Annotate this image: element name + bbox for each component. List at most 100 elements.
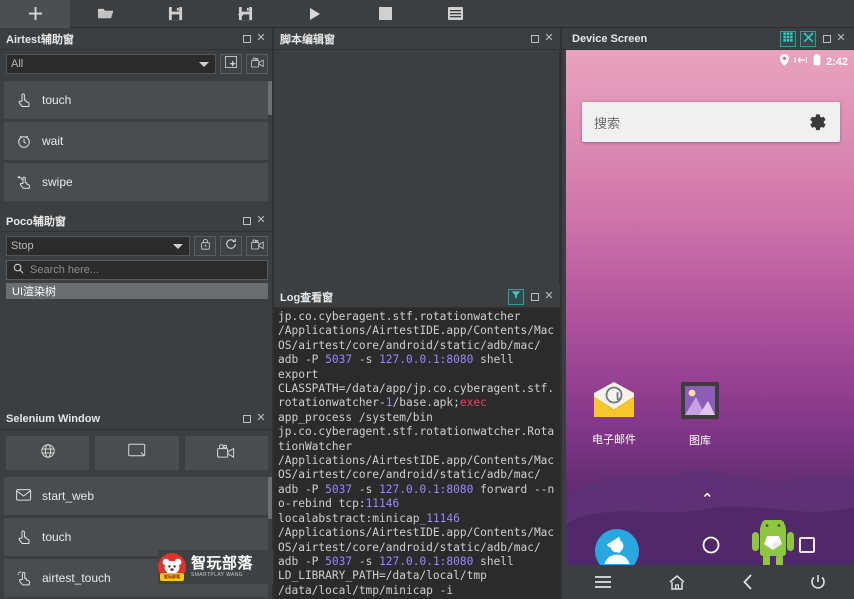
folder-open-icon bbox=[97, 6, 114, 21]
log-line: adb -P 5037 -s 127.0.0.1:8080 shell bbox=[278, 555, 514, 568]
action-label: airtest_touch bbox=[42, 571, 111, 585]
poco-panel-float-button[interactable] bbox=[240, 213, 254, 229]
menu-sys-button[interactable] bbox=[594, 575, 612, 589]
action-label: touch bbox=[42, 530, 71, 544]
battery-icon bbox=[813, 54, 821, 69]
monitor-icon bbox=[128, 443, 146, 463]
power-sys-button[interactable] bbox=[810, 574, 826, 590]
swipe-icon bbox=[16, 174, 32, 190]
watermark-title: 智玩部落 bbox=[191, 556, 253, 571]
watermark-logo-icon: 智玩部落 bbox=[158, 553, 186, 581]
selenium-record-button[interactable] bbox=[185, 436, 268, 470]
gear-icon[interactable] bbox=[806, 109, 828, 136]
watermark-badge: 智玩部落 bbox=[160, 573, 184, 581]
selenium-panel-close-button[interactable]: ✕ bbox=[254, 411, 268, 427]
plus-icon bbox=[28, 6, 43, 21]
status-bar-time: 2:42 bbox=[826, 56, 848, 68]
device-search-widget[interactable]: 搜索 bbox=[582, 102, 840, 142]
camera-icon bbox=[217, 444, 235, 463]
poco-inspect-button[interactable] bbox=[780, 31, 796, 47]
tree-node-ui-render-tree[interactable]: UI渲染树 bbox=[6, 283, 268, 299]
poco-panel-close-button[interactable]: ✕ bbox=[254, 213, 268, 229]
back-sys-button[interactable] bbox=[742, 574, 754, 590]
tree-node-label: UI渲染树 bbox=[12, 283, 56, 299]
log-line: /Applications/AirtestIDE.app/Contents/Ma… bbox=[278, 526, 554, 553]
action-label: touch bbox=[42, 93, 71, 107]
log-output-area[interactable]: jp.co.cyberagent.stf.rotationwatcher /Ap… bbox=[274, 308, 562, 599]
selenium-panel-titlebar: Selenium Window ✕ bbox=[0, 408, 274, 430]
stop-button[interactable] bbox=[350, 0, 420, 28]
back-nav-button[interactable] bbox=[604, 536, 624, 554]
airtest-panel-close-button[interactable]: ✕ bbox=[254, 31, 268, 47]
play-icon bbox=[308, 7, 322, 21]
poco-mode-select[interactable]: Stop bbox=[6, 236, 190, 256]
airtest-tools-button[interactable] bbox=[800, 31, 816, 47]
editor-panel-float-button[interactable] bbox=[528, 31, 542, 47]
log-line: app_process /system/bin bbox=[278, 411, 433, 424]
poco-panel-title: Poco辅助窗 bbox=[6, 213, 240, 229]
home-sys-button[interactable] bbox=[668, 574, 686, 591]
recent-nav-button[interactable] bbox=[798, 536, 816, 554]
list-icon bbox=[448, 7, 463, 20]
action-item-start-web[interactable]: start_web bbox=[4, 477, 268, 515]
globe-icon bbox=[40, 443, 56, 464]
airtest-filter-select[interactable]: All bbox=[6, 54, 216, 74]
editor-panel-close-button[interactable]: ✕ bbox=[542, 31, 556, 47]
log-line: /Applications/AirtestIDE.app/Contents/Ma… bbox=[278, 454, 554, 481]
run-button[interactable] bbox=[280, 0, 350, 28]
device-screen-canvas[interactable]: 2:42 搜索 bbox=[566, 50, 854, 599]
app-icon-gallery[interactable]: 图库 bbox=[670, 380, 730, 448]
save-icon bbox=[168, 6, 183, 21]
log-panel-float-button[interactable] bbox=[528, 289, 542, 305]
action-item-swipe[interactable]: swipe bbox=[4, 163, 268, 201]
touch-icon bbox=[16, 529, 32, 545]
main-toolbar bbox=[0, 0, 854, 28]
poco-search-input[interactable]: Search here... bbox=[6, 260, 268, 280]
selenium-browser-button[interactable] bbox=[6, 436, 89, 470]
save-as-icon bbox=[238, 6, 253, 21]
filter-icon bbox=[511, 290, 521, 303]
browser-icon bbox=[16, 488, 32, 504]
device-panel-float-button[interactable] bbox=[820, 31, 834, 47]
log-panel-close-button[interactable]: ✕ bbox=[542, 289, 556, 305]
log-line: localabstract:minicap_11146 bbox=[278, 512, 460, 525]
device-panel-close-button[interactable]: ✕ bbox=[834, 31, 848, 47]
chevron-up-icon[interactable]: ⌃ bbox=[701, 490, 714, 508]
gallery-icon bbox=[679, 381, 721, 421]
log-line: /Applications/AirtestIDE.app/Contents/Ma… bbox=[278, 324, 554, 351]
home-nav-button[interactable] bbox=[701, 535, 721, 555]
save-button[interactable] bbox=[140, 0, 210, 28]
airtest-record-button[interactable] bbox=[246, 54, 268, 74]
poco-assistant-panel: Poco辅助窗 ✕ Stop bbox=[0, 210, 274, 408]
poco-refresh-button[interactable] bbox=[220, 236, 242, 256]
email-icon bbox=[590, 380, 638, 420]
log-line: jp.co.cyberagent.stf.rotationwatcher bbox=[278, 310, 520, 323]
app-icon-email[interactable]: 电子邮件 bbox=[584, 380, 644, 448]
editor-panel-title: 脚本编辑窗 bbox=[280, 31, 528, 47]
poco-camera-button[interactable] bbox=[246, 236, 268, 256]
search-icon bbox=[13, 263, 24, 277]
camera-icon bbox=[251, 237, 264, 255]
log-button[interactable] bbox=[420, 0, 490, 28]
log-filter-button[interactable] bbox=[508, 289, 524, 305]
action-item-touch[interactable]: touch bbox=[4, 81, 268, 119]
save-as-button[interactable] bbox=[210, 0, 280, 28]
chevron-down-icon bbox=[199, 62, 209, 67]
open-file-button[interactable] bbox=[70, 0, 140, 28]
selenium-panel-float-button[interactable] bbox=[240, 411, 254, 427]
log-line: jp.co.cyberagent.stf.rotationwatcher.Rot… bbox=[278, 425, 554, 452]
poco-lock-button[interactable] bbox=[194, 236, 216, 256]
clock-icon bbox=[16, 133, 32, 149]
watermark-subtitle: SMARTPLAY WANG bbox=[191, 573, 253, 578]
airtest-panel-float-button[interactable] bbox=[240, 31, 254, 47]
device-nav-bar bbox=[566, 525, 854, 565]
app-label: 电子邮件 bbox=[584, 431, 644, 447]
log-line: adb -P 5037 -s 127.0.0.1:8080 shell bbox=[278, 353, 514, 366]
script-editor-area[interactable] bbox=[274, 50, 562, 285]
action-item-wait[interactable]: wait bbox=[4, 122, 268, 160]
new-file-button[interactable] bbox=[0, 0, 70, 28]
selenium-window-button[interactable] bbox=[95, 436, 178, 470]
airtest-ide-window: Airtest辅助窗 ✕ All bbox=[0, 0, 854, 599]
add-snapshot-button[interactable] bbox=[220, 54, 242, 74]
poco-mode-value: Stop bbox=[11, 240, 34, 252]
